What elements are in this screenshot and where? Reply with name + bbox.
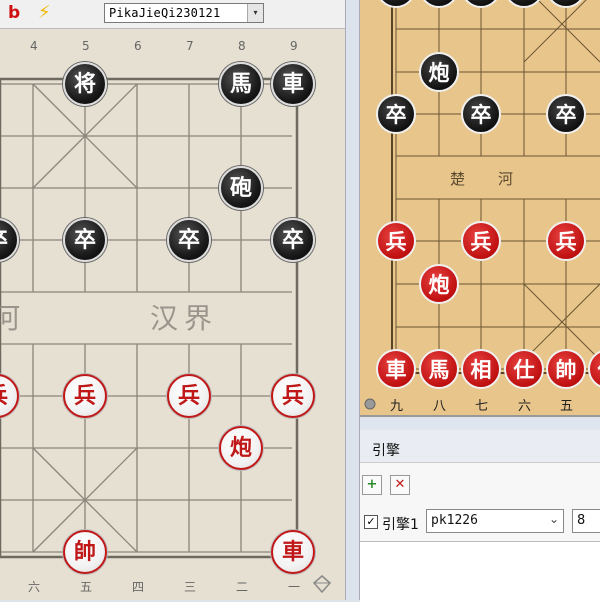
river-text-right: 汉界 [150,302,219,335]
remove-engine-button[interactable]: ✕ [390,475,410,495]
red-soldier-piece[interactable]: 兵 [63,374,107,418]
depth-value: 8 [577,513,586,528]
add-engine-button[interactable]: + [362,475,382,495]
red-chariot-piece[interactable]: 車 [376,349,416,389]
engine-select-value: pk1226 [431,513,478,528]
red-soldier-piece[interactable]: 兵 [546,221,586,261]
red-chariot-piece[interactable]: 車 [271,530,315,574]
column-label: 9 [290,39,298,53]
status-dot-icon [364,398,376,410]
column-label: 8 [238,39,246,53]
engine-panel: 引擎 + ✕ ✓ 引擎1 pk1226 ⌄ 8 [360,430,600,602]
black-cannon-piece[interactable]: 砲 [219,166,263,210]
column-label: 7 [186,39,194,53]
river-text: 楚 [450,170,466,188]
red-soldier-piece[interactable]: 兵 [271,374,315,418]
black-soldier-piece[interactable]: 卒 [63,218,107,262]
red-horse-piece[interactable]: 馬 [419,349,459,389]
engine-output[interactable] [360,541,600,602]
main-board-window: b ⚡ PikaJieQi230121 ▾ 4 5 6 7 8 9 六 五 四 … [0,0,345,600]
black-soldier-piece[interactable]: 卒 [546,94,586,134]
depth-input[interactable]: 8 [572,509,600,533]
black-soldier-piece[interactable]: 卒 [376,94,416,134]
black-horse-piece[interactable]: 馬 [219,62,263,106]
black-soldier-piece[interactable]: 卒 [167,218,211,262]
column-label: 6 [134,39,142,53]
diamond-icon[interactable] [312,574,332,594]
black-general-piece[interactable]: 将 [63,62,107,106]
column-label: 九 [390,399,404,414]
column-label: 六 [28,580,41,594]
column-label: 五 [80,580,93,594]
toolbar: b ⚡ PikaJieQi230121 ▾ [0,0,345,29]
column-label: 4 [30,39,38,53]
river-text: 河 [498,170,514,188]
side-window: 楚 河 炮 卒 卒 卒 兵 兵 兵 炮 車 馬 相 仕 帥 仕 九 八 七 六 … [360,0,600,602]
column-label: 八 [433,399,447,414]
lightning-icon[interactable]: ⚡ [38,2,51,23]
red-soldier-piece[interactable]: 兵 [376,221,416,261]
black-soldier-piece[interactable]: 卒 [461,94,501,134]
side-xiangqi-board[interactable]: 楚 河 炮 卒 卒 卒 兵 兵 兵 炮 車 馬 相 仕 帥 仕 九 八 七 六 … [360,0,600,417]
black-soldier-piece[interactable]: 卒 [271,218,315,262]
red-cannon-piece[interactable]: 炮 [419,264,459,304]
river-text-left: 河 [0,302,27,335]
engine-enable-checkbox[interactable]: ✓ [364,515,378,529]
engine-settings: + ✕ ✓ 引擎1 pk1226 ⌄ 8 [360,462,600,602]
engine-select[interactable]: pk1226 ⌄ [426,509,564,533]
red-soldier-piece[interactable]: 兵 [167,374,211,418]
red-elephant-piece[interactable]: 相 [461,349,501,389]
column-label: 三 [184,580,197,594]
engine-panel-title: 引擎 [372,443,400,459]
column-label: 5 [82,39,90,53]
xiangqi-board[interactable]: 4 5 6 7 8 9 六 五 四 三 二 一 河 汉界 将 馬 車 砲 卒 卒… [0,29,345,600]
chevron-down-icon[interactable]: ⌄ [549,512,559,526]
column-label: 二 [236,580,249,594]
black-cannon-piece[interactable]: 炮 [419,52,459,92]
red-general-piece[interactable]: 帥 [63,530,107,574]
game-select-value: PikaJieQi230121 [109,6,221,20]
black-chariot-piece[interactable]: 車 [271,62,315,106]
red-advisor-piece[interactable]: 仕 [504,349,544,389]
game-select[interactable]: PikaJieQi230121 ▾ [104,3,264,23]
chevron-down-icon[interactable]: ▾ [247,4,263,22]
column-label: 七 [475,399,489,414]
column-label: 一 [288,580,301,594]
b-icon[interactable]: b [8,3,20,23]
red-general-piece[interactable]: 帥 [546,349,586,389]
engine-label: 引擎1 [382,517,419,533]
splitter[interactable] [345,0,360,600]
column-label: 六 [518,399,532,414]
column-label: 五 [560,399,574,414]
column-label: 四 [132,580,145,594]
red-soldier-piece[interactable]: 兵 [461,221,501,261]
red-cannon-piece[interactable]: 炮 [219,426,263,470]
